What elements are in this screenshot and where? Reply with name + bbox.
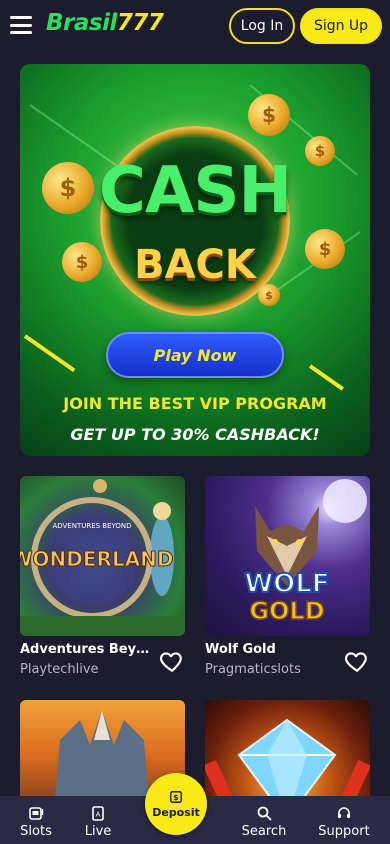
svg-text:A: A [96,811,101,819]
svg-text:$: $ [173,793,178,802]
game-provider: Playtechlive [20,662,99,677]
logo-text-part2: 777 [116,10,164,36]
svg-text:ADVENTURES BEYOND: ADVENTURES BEYOND [52,522,131,530]
svg-text:WONDERLAND: WONDERLAND [20,547,174,571]
banner-cashback-text: GET UP TO 30% CASHBACK! [70,425,320,444]
nav-item-live[interactable]: A Live [68,796,128,844]
game-title[interactable]: Wolf Gold [205,642,340,657]
nav-item-support[interactable]: Support [314,796,374,844]
game-thumbnail[interactable]: WOLF GOLD [205,476,370,636]
game-card[interactable]: WONDERLAND ADVENTURES BEYOND Adventures … [20,476,185,677]
nav-label: Slots [20,824,52,839]
nav-label: Live [84,824,112,839]
brand-logo[interactable]: Brasil777 [46,10,164,36]
game-title[interactable]: Adventures Beyond Wonderland [20,642,155,657]
svg-text:GOLD: GOLD [249,597,324,625]
banner-decor-stripe [23,334,76,373]
nav-item-search[interactable]: Search [234,796,294,844]
wolf-gold-artwork: WOLF GOLD [243,479,367,626]
deposit-button[interactable]: $ Deposit [145,773,207,835]
cashback-promo-banner[interactable]: $ $ $ $ $ $ CASH BACK Play Now JOIN THE … [20,64,370,456]
slot-machine-icon [29,807,44,820]
nav-label: Search [241,824,287,839]
game-thumbnail[interactable]: WONDERLAND ADVENTURES BEYOND [20,476,185,636]
logo-text-part1: Brasil [46,10,117,36]
banner-vip-text: JOIN THE BEST VIP PROGRAM [63,394,327,413]
cards-icon: A [92,806,104,821]
banner-headline-cash: CASH [98,154,292,228]
coin-icon: $ [248,94,290,136]
menu-icon[interactable] [10,14,32,36]
nav-item-slots[interactable]: Slots [6,796,66,844]
play-now-button[interactable]: Play Now [106,332,284,378]
deposit-icon: $ [170,790,182,803]
search-icon [257,806,272,821]
favorite-heart-icon[interactable] [159,648,185,674]
banner-headline-back: BACK [134,242,256,288]
favorite-heart-icon[interactable] [344,648,370,674]
banner-decor-stripe [308,364,344,391]
signup-button[interactable]: Sign Up [300,8,382,44]
wonderland-artwork: WONDERLAND ADVENTURES BEYOND [20,479,185,636]
svg-text:WOLF: WOLF [244,569,329,599]
nav-label: Support [318,824,370,839]
deposit-label: Deposit [152,805,200,819]
top-header: Brasil777 Log In Sign Up [0,0,390,54]
login-button[interactable]: Log In [229,8,295,44]
headset-icon [338,807,350,818]
game-card[interactable]: WOLF GOLD Wolf Gold Pragmaticslots [205,476,370,677]
game-provider: Pragmaticslots [205,662,301,677]
